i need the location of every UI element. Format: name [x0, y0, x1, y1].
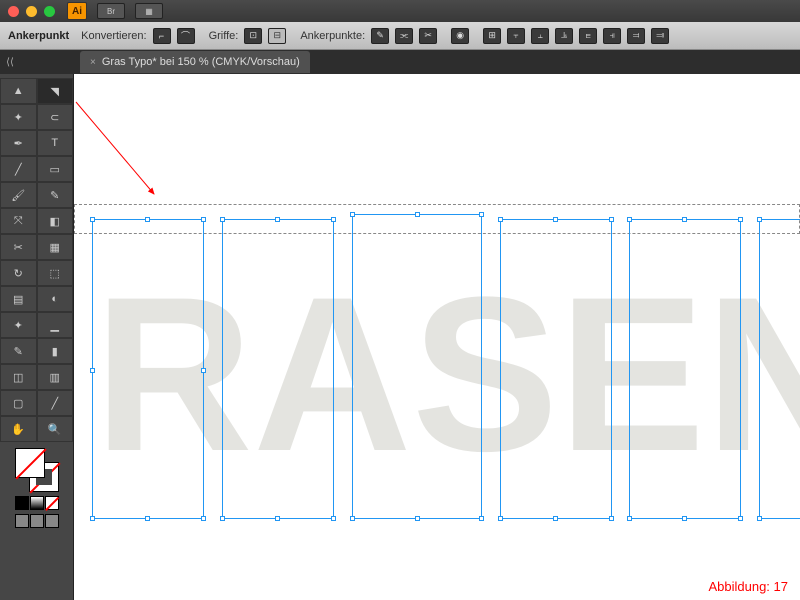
tools-panel: ▲ ◥ ✦ ⊂ ✒ T ╱ ▭ 🖌 ✎ ⤧ ◧ ✂ ▦ ↻ ⬚ ▤ ◐ ✦ ▁ … [0, 74, 74, 600]
control-bar: Ankerpunkt Konvertieren: ⌐ ⌒ Griffe: ⊡ ⊟… [0, 22, 800, 50]
canvas[interactable]: RASEN Abbildung: 17 [74, 74, 800, 600]
document-tab[interactable]: × Gras Typo* bei 150 % (CMYK/Vorschau) [80, 51, 310, 73]
tools-grid: ▲ ◥ ✦ ⊂ ✒ T ╱ ▭ 🖌 ✎ ⤧ ◧ ✂ ▦ ↻ ⬚ ▤ ◐ ✦ ▁ … [0, 78, 73, 442]
pen-tool[interactable]: ✒ [0, 130, 37, 156]
direct-selection-tool[interactable]: ◥ [37, 78, 74, 104]
zoom-window-icon[interactable] [44, 6, 55, 17]
panel-collapse-icon[interactable]: ⟨⟨ [0, 50, 20, 74]
arrange-button[interactable]: ▦ [135, 3, 163, 19]
hand-tool[interactable]: ✋ [0, 416, 37, 442]
blend-tool[interactable]: ▮ [37, 338, 74, 364]
eyedropper-tool[interactable]: ✎ [0, 338, 37, 364]
artboard-tool[interactable]: ▢ [0, 390, 37, 416]
anchors-label: Ankerpunkte: [300, 30, 365, 42]
fill-swatch[interactable] [15, 448, 45, 478]
mesh-tool[interactable]: ✦ [0, 312, 37, 338]
selection-box [92, 219, 204, 519]
convert-group: Konvertieren: ⌐ ⌒ [81, 28, 194, 44]
slice-tool[interactable]: ╱ [37, 390, 74, 416]
fill-stroke-swatch[interactable] [15, 448, 59, 492]
tab-strip: ⟨⟨ × Gras Typo* bei 150 % (CMYK/Vorschau… [0, 50, 800, 74]
line-tool[interactable]: ╱ [0, 156, 37, 182]
selection-box [352, 214, 482, 519]
none-mode-icon[interactable] [45, 496, 59, 510]
selection-box [222, 219, 334, 519]
align-hcenter-icon[interactable]: ⫠ [531, 28, 549, 44]
handles-show-icon[interactable]: ⊡ [244, 28, 262, 44]
handles-group: Griffe: ⊡ ⊟ [209, 28, 287, 44]
remove-anchor-icon[interactable]: ✎ [371, 28, 389, 44]
convert-label: Konvertieren: [81, 30, 146, 42]
figure-caption: Abbildung: 17 [708, 579, 788, 594]
selection-box [759, 219, 800, 519]
blob-brush-tool[interactable]: ⤧ [0, 208, 37, 234]
draw-behind-icon[interactable] [30, 514, 44, 528]
workspace: ▲ ◥ ✦ ⊂ ✒ T ╱ ▭ 🖌 ✎ ⤧ ◧ ✂ ▦ ↻ ⬚ ▤ ◐ ✦ ▁ … [0, 74, 800, 600]
close-tab-icon[interactable]: × [90, 57, 96, 68]
align-right-icon[interactable]: ⫡ [555, 28, 573, 44]
color-mode-icon[interactable] [15, 496, 29, 510]
column-graph-tool[interactable]: ▥ [37, 364, 74, 390]
anchors-group: Ankerpunkte: ✎ ⫘ ✂ [300, 28, 437, 44]
pencil-tool[interactable]: ✎ [37, 182, 74, 208]
app-icon: Ai [67, 2, 87, 20]
align-top-icon[interactable]: ⫢ [579, 28, 597, 44]
selection-box [500, 219, 612, 519]
width-tool[interactable]: ↻ [0, 260, 37, 286]
selection-tool[interactable]: ▲ [0, 78, 37, 104]
align-left-icon[interactable]: ⫟ [507, 28, 525, 44]
distribute-icon[interactable]: ⫥ [651, 28, 669, 44]
draw-normal-icon[interactable] [15, 514, 29, 528]
paintbrush-tool[interactable]: 🖌 [0, 182, 37, 208]
align-bottom-icon[interactable]: ⫤ [627, 28, 645, 44]
cut-anchor-icon[interactable]: ✂ [419, 28, 437, 44]
align-bounds-icon[interactable]: ⊞ [483, 28, 501, 44]
bridge-button[interactable]: Br [97, 3, 125, 19]
scale-tool[interactable]: ▦ [37, 234, 74, 260]
perspective-tool[interactable]: ◐ [37, 286, 74, 312]
convert-corner-icon[interactable]: ⌐ [153, 28, 171, 44]
align-group: ⊞ ⫟ ⫠ ⫡ ⫢ ⫣ ⫤ ⫥ [483, 28, 669, 44]
rotate-tool[interactable]: ✂ [0, 234, 37, 260]
minimize-window-icon[interactable] [26, 6, 37, 17]
rectangle-tool[interactable]: ▭ [37, 156, 74, 182]
color-mode-row [15, 496, 59, 510]
free-transform-tool[interactable]: ⬚ [37, 260, 74, 286]
handles-hide-icon[interactable]: ⊟ [268, 28, 286, 44]
lasso-tool[interactable]: ⊂ [37, 104, 74, 130]
convert-smooth-icon[interactable]: ⌒ [177, 28, 195, 44]
gradient-tool[interactable]: ▁ [37, 312, 74, 338]
gradient-mode-icon[interactable] [30, 496, 44, 510]
screen-mode-row [15, 514, 59, 528]
titlebar: Ai Br ▦ [0, 0, 800, 22]
document-tab-title: Gras Typo* bei 150 % (CMYK/Vorschau) [102, 56, 300, 68]
isolate-icon[interactable]: ◉ [451, 28, 469, 44]
align-vcenter-icon[interactable]: ⫣ [603, 28, 621, 44]
draw-inside-icon[interactable] [45, 514, 59, 528]
shape-builder-tool[interactable]: ▤ [0, 286, 37, 312]
swatch-area [0, 442, 73, 534]
eraser-tool[interactable]: ◧ [37, 208, 74, 234]
connect-anchor-icon[interactable]: ⫘ [395, 28, 413, 44]
close-window-icon[interactable] [8, 6, 19, 17]
symbol-sprayer-tool[interactable]: ◫ [0, 364, 37, 390]
type-tool[interactable]: T [37, 130, 74, 156]
window-controls [8, 6, 55, 17]
handles-label: Griffe: [209, 30, 239, 42]
anchor-point-label: Ankerpunkt [8, 30, 69, 42]
selection-box [629, 219, 741, 519]
zoom-tool[interactable]: 🔍 [37, 416, 74, 442]
magic-wand-tool[interactable]: ✦ [0, 104, 37, 130]
